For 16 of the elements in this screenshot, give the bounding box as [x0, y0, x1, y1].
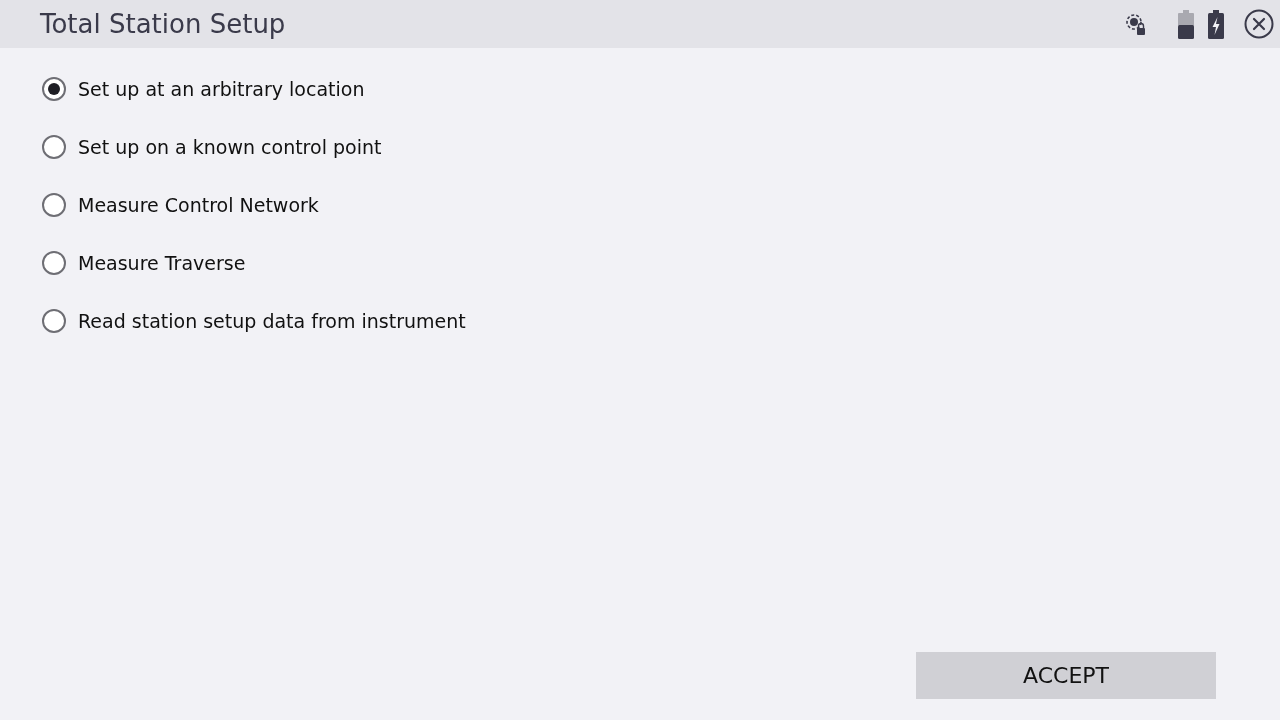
option-label[interactable]: Set up on a known control point	[78, 137, 382, 157]
radio-button-selected[interactable]	[42, 77, 66, 101]
radio-button[interactable]	[42, 193, 66, 217]
radio-button[interactable]	[42, 251, 66, 275]
radio-button[interactable]	[42, 135, 66, 159]
accept-button[interactable]: ACCEPT	[916, 652, 1216, 699]
battery-charging-icon[interactable]	[1208, 9, 1224, 39]
option-label[interactable]: Set up at an arbitrary location	[78, 79, 365, 99]
option-label[interactable]: Measure Control Network	[78, 195, 319, 215]
radio-button[interactable]	[42, 309, 66, 333]
close-icon[interactable]	[1244, 9, 1274, 39]
option-label[interactable]: Measure Traverse	[78, 253, 246, 273]
option-label[interactable]: Read station setup data from instrument	[78, 311, 466, 331]
target-lock-icon[interactable]	[1124, 12, 1148, 36]
battery-half-icon[interactable]	[1178, 9, 1194, 39]
window-title: Total Station Setup	[40, 11, 286, 37]
